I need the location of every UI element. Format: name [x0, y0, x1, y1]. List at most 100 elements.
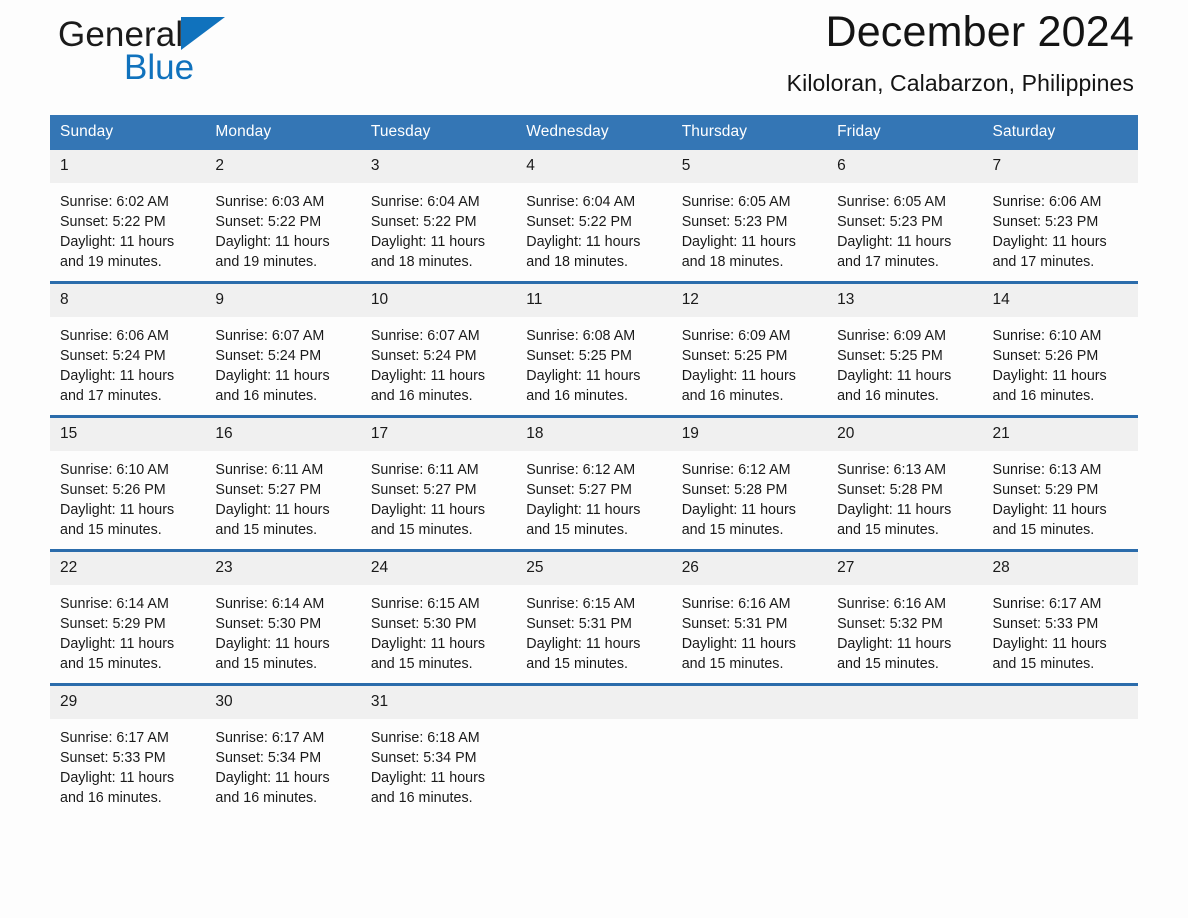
day-cell-content: 27 Sunrise: 6:16 AM Sunset: 5:32 PM Dayligh… — [827, 552, 983, 683]
daylight-duration: Daylight: 11 hours and 16 minutes. — [526, 368, 641, 404]
sunrise-time: Sunrise: 6:06 AM — [60, 328, 169, 344]
weekday-header-saturday: Saturday — [982, 115, 1138, 150]
day-sun-info: Sunrise: 6:02 AM Sunset: 5:22 PM Daylight:… — [50, 183, 205, 272]
day-sun-info: Sunrise: 6:14 AM Sunset: 5:30 PM Daylight:… — [205, 585, 360, 674]
weekday-header-friday: Friday — [827, 115, 983, 150]
sunrise-time: Sunrise: 6:07 AM — [370, 328, 480, 344]
calendar-day-cell[interactable]: 9 Sunrise: 6:07 AM Sunset: 5:24 PM Daylight… — [205, 281, 361, 417]
day-sun-info — [983, 719, 1138, 728]
calendar-day-cell[interactable]: 27 Sunrise: 6:16 AM Sunset: 5:32 PM Dayligh… — [827, 549, 983, 685]
calendar-day-cell[interactable]: 6 Sunrise: 6:05 AM Sunset: 5:23 PM Daylight… — [827, 150, 983, 283]
weekday-header-sunday: Sunday — [50, 115, 206, 150]
daylight-duration: Daylight: 11 hours and 16 minutes. — [992, 368, 1107, 404]
daylight-duration: Daylight: 11 hours and 15 minutes. — [681, 502, 796, 538]
day-number: 24 — [360, 552, 517, 585]
day-cell-content: 15 Sunrise: 6:10 AM Sunset: 5:26 PM Dayligh… — [50, 418, 206, 549]
logo-top-row: General — [58, 14, 318, 56]
day-sun-info: Sunrise: 6:04 AM Sunset: 5:22 PM Daylight:… — [516, 183, 671, 272]
sunrise-time: Sunrise: 6:14 AM — [215, 596, 325, 612]
day-number: 13 — [827, 284, 983, 317]
day-cell-content — [671, 686, 828, 817]
calendar-day-cell[interactable]: 5 Sunrise: 6:05 AM Sunset: 5:23 PM Daylight… — [671, 150, 828, 283]
day-cell-content: 16 Sunrise: 6:11 AM Sunset: 5:27 PM Dayligh… — [205, 418, 361, 549]
calendar-week-row: 29 Sunrise: 6:17 AM Sunset: 5:33 PM Dayligh… — [50, 683, 1138, 817]
calendar-day-cell[interactable]: 4 Sunrise: 6:04 AM Sunset: 5:22 PM Daylight… — [516, 150, 672, 283]
day-number: 29 — [50, 686, 206, 719]
day-number: 2 — [205, 150, 361, 183]
calendar-day-cell[interactable]: 28 Sunrise: 6:17 AM Sunset: 5:33 PM Dayligh… — [982, 549, 1138, 685]
day-number: 22 — [50, 552, 206, 585]
day-number: 10 — [360, 284, 517, 317]
day-cell-content: 19 Sunrise: 6:12 AM Sunset: 5:28 PM Dayligh… — [671, 418, 828, 549]
sunset-time: Sunset: 5:22 PM — [526, 214, 632, 230]
calendar-day-cell[interactable]: 17 Sunrise: 6:11 AM Sunset: 5:27 PM Dayligh… — [360, 415, 517, 551]
day-number: 8 — [50, 284, 206, 317]
daylight-duration: Daylight: 11 hours and 18 minutes. — [370, 234, 486, 270]
calendar-day-cell[interactable]: 14 Sunrise: 6:10 AM Sunset: 5:26 PM Dayligh… — [982, 281, 1138, 417]
day-cell-content: 10 Sunrise: 6:07 AM Sunset: 5:24 PM Dayligh… — [360, 284, 517, 415]
sunset-time: Sunset: 5:31 PM — [526, 616, 632, 632]
calendar-day-cell[interactable]: 25 Sunrise: 6:15 AM Sunset: 5:31 PM Dayligh… — [516, 549, 672, 685]
day-number: 25 — [516, 552, 672, 585]
daylight-duration: Daylight: 11 hours and 15 minutes. — [992, 636, 1107, 672]
day-cell-content: 21 Sunrise: 6:13 AM Sunset: 5:29 PM Dayligh… — [982, 418, 1138, 549]
sunrise-time: Sunrise: 6:15 AM — [526, 596, 636, 612]
calendar-day-cell[interactable]: 24 Sunrise: 6:15 AM Sunset: 5:30 PM Dayligh… — [360, 549, 517, 685]
day-sun-info — [516, 719, 671, 728]
calendar-day-cell[interactable]: 10 Sunrise: 6:07 AM Sunset: 5:24 PM Dayligh… — [360, 281, 517, 417]
calendar-day-cell[interactable]: 12 Sunrise: 6:09 AM Sunset: 5:25 PM Dayligh… — [671, 281, 828, 417]
day-number: 5 — [671, 150, 828, 183]
sunset-time: Sunset: 5:22 PM — [215, 214, 322, 230]
day-number: 11 — [516, 284, 672, 317]
page-subtitle: Kiloloran, Calabarzon, Philippines — [786, 70, 1134, 96]
day-cell-content: 26 Sunrise: 6:16 AM Sunset: 5:31 PM Dayligh… — [671, 552, 828, 683]
calendar-day-cell[interactable]: 31 Sunrise: 6:18 AM Sunset: 5:34 PM Dayligh… — [360, 683, 517, 817]
day-sun-info: Sunrise: 6:08 AM Sunset: 5:25 PM Daylight:… — [516, 317, 671, 406]
sunset-time: Sunset: 5:28 PM — [681, 482, 788, 498]
day-cell-content: 11 Sunrise: 6:08 AM Sunset: 5:25 PM Dayligh… — [516, 284, 672, 415]
daylight-duration: Daylight: 11 hours and 18 minutes. — [526, 234, 641, 270]
day-sun-info: Sunrise: 6:07 AM Sunset: 5:24 PM Daylight:… — [205, 317, 360, 406]
calendar-day-cell[interactable]: 20 Sunrise: 6:13 AM Sunset: 5:28 PM Dayligh… — [827, 415, 983, 551]
calendar-day-cell — [516, 683, 672, 817]
calendar-day-cell[interactable]: 2 Sunrise: 6:03 AM Sunset: 5:22 PM Daylight… — [205, 150, 361, 283]
calendar-body: 1 Sunrise: 6:02 AM Sunset: 5:22 PM Daylight… — [50, 150, 1138, 817]
generalblue-logo[interactable]: General Blue — [58, 14, 318, 104]
daylight-duration: Daylight: 11 hours and 16 minutes. — [60, 770, 175, 806]
calendar-day-cell[interactable]: 23 Sunrise: 6:14 AM Sunset: 5:30 PM Dayligh… — [205, 549, 361, 685]
day-number: 1 — [50, 150, 206, 183]
calendar-day-cell[interactable]: 18 Sunrise: 6:12 AM Sunset: 5:27 PM Dayligh… — [516, 415, 672, 551]
calendar-day-cell[interactable]: 11 Sunrise: 6:08 AM Sunset: 5:25 PM Dayligh… — [516, 281, 672, 417]
calendar-day-cell[interactable]: 22 Sunrise: 6:14 AM Sunset: 5:29 PM Dayligh… — [50, 549, 206, 685]
sunset-time: Sunset: 5:25 PM — [837, 348, 943, 364]
day-cell-content: 31 Sunrise: 6:18 AM Sunset: 5:34 PM Dayligh… — [360, 686, 517, 817]
calendar-day-cell[interactable]: 16 Sunrise: 6:11 AM Sunset: 5:27 PM Dayligh… — [205, 415, 361, 551]
day-sun-info: Sunrise: 6:10 AM Sunset: 5:26 PM Daylight:… — [50, 451, 205, 540]
calendar-day-cell[interactable]: 15 Sunrise: 6:10 AM Sunset: 5:26 PM Dayligh… — [50, 415, 206, 551]
calendar-day-cell[interactable]: 7 Sunrise: 6:06 AM Sunset: 5:23 PM Daylight… — [982, 150, 1138, 283]
sunrise-time: Sunrise: 6:12 AM — [526, 462, 636, 478]
day-sun-info: Sunrise: 6:12 AM Sunset: 5:28 PM Daylight:… — [672, 451, 827, 540]
sunset-time: Sunset: 5:24 PM — [60, 348, 166, 364]
sunrise-time: Sunrise: 6:17 AM — [60, 730, 169, 746]
day-sun-info: Sunrise: 6:13 AM Sunset: 5:28 PM Daylight:… — [827, 451, 982, 540]
day-number — [982, 686, 1138, 719]
daylight-duration: Daylight: 11 hours and 15 minutes. — [526, 636, 641, 672]
calendar-page: General Blue December 2024 Kiloloran, Ca… — [0, 0, 1188, 918]
day-sun-info: Sunrise: 6:09 AM Sunset: 5:25 PM Daylight:… — [827, 317, 982, 406]
weekday-header-monday: Monday — [205, 115, 361, 150]
calendar-day-cell[interactable]: 8 Sunrise: 6:06 AM Sunset: 5:24 PM Daylight… — [50, 281, 206, 417]
sunset-time: Sunset: 5:29 PM — [992, 482, 1099, 498]
sunset-time: Sunset: 5:31 PM — [681, 616, 788, 632]
calendar-day-cell[interactable]: 3 Sunrise: 6:04 AM Sunset: 5:22 PM Daylight… — [360, 150, 517, 283]
calendar-day-cell[interactable]: 30 Sunrise: 6:17 AM Sunset: 5:34 PM Dayligh… — [205, 683, 361, 817]
calendar-day-cell[interactable]: 13 Sunrise: 6:09 AM Sunset: 5:25 PM Dayligh… — [827, 281, 983, 417]
logo-text-general: General — [58, 15, 184, 54]
calendar-day-cell[interactable]: 19 Sunrise: 6:12 AM Sunset: 5:28 PM Dayligh… — [671, 415, 828, 551]
day-number: 12 — [671, 284, 828, 317]
sunrise-time: Sunrise: 6:06 AM — [992, 194, 1102, 210]
calendar-day-cell[interactable]: 21 Sunrise: 6:13 AM Sunset: 5:29 PM Dayligh… — [982, 415, 1138, 551]
calendar-day-cell[interactable]: 26 Sunrise: 6:16 AM Sunset: 5:31 PM Dayligh… — [671, 549, 828, 685]
calendar-day-cell[interactable]: 1 Sunrise: 6:02 AM Sunset: 5:22 PM Daylight… — [50, 150, 206, 283]
calendar-day-cell[interactable]: 29 Sunrise: 6:17 AM Sunset: 5:33 PM Dayligh… — [50, 683, 206, 817]
